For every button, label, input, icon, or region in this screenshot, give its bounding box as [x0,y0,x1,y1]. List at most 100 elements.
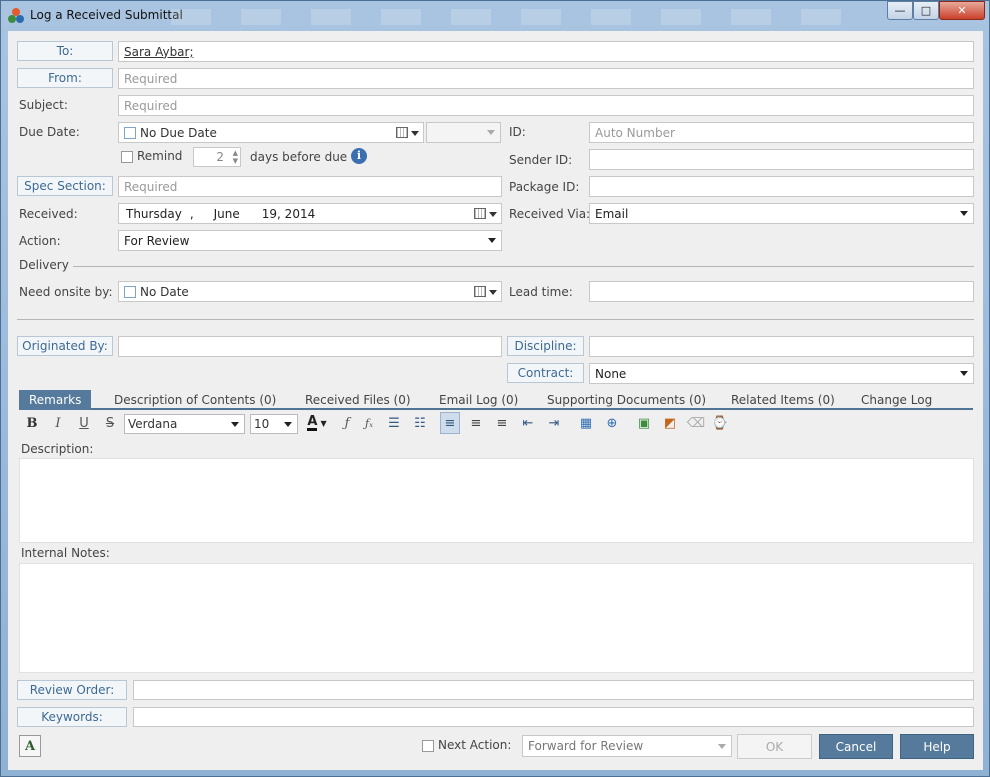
review-order-field[interactable] [133,680,974,700]
discipline-field[interactable] [589,336,974,357]
info-icon[interactable]: i [351,148,367,164]
window-title: Log a Received Submittal [30,8,183,22]
edit-image-icon[interactable]: ◩ [660,412,680,434]
align-right-icon[interactable]: ≡ [492,412,512,434]
originated-by-button[interactable]: Originated By: [17,336,113,356]
need-onsite-checkbox[interactable] [124,285,136,298]
outdent-icon[interactable]: ⇤ [518,412,538,434]
clear-format-icon[interactable]: ƒₓ [360,412,378,434]
contract-value: None [595,366,627,381]
tab-email-log[interactable]: Email Log (0) [439,390,518,410]
font-family-select[interactable]: Verdana [124,414,245,434]
remind-checkbox-row[interactable]: Remind [121,149,182,163]
next-action-checkbox[interactable] [422,739,434,752]
help-button[interactable]: Help [900,734,974,759]
app-logo-icon [8,8,24,24]
calendar-icon[interactable] [474,286,497,298]
close-button[interactable]: ✕ [939,1,985,20]
sender-id-field[interactable] [589,149,974,170]
spell-check-icon[interactable]: A [19,735,41,757]
originated-by-field[interactable] [118,336,502,357]
remind-label: Remind [137,149,183,163]
insert-image-icon[interactable]: ▣ [634,412,654,434]
next-action-dropdown[interactable]: Forward for Review [522,735,732,757]
package-id-field[interactable] [589,176,974,197]
title-bar-background [171,9,871,25]
sender-id-label: Sender ID: [509,153,573,167]
from-button[interactable]: From: [17,68,113,88]
tab-related-items[interactable]: Related Items (0) [731,390,835,410]
font-size-select[interactable]: 10 [250,414,298,434]
remind-checkbox[interactable] [121,150,133,163]
id-placeholder: Auto Number [595,125,675,140]
tab-received-files[interactable]: Received Files (0) [305,390,411,410]
id-label: ID: [509,125,526,139]
align-left-icon[interactable]: ≡ [440,412,460,434]
cancel-button[interactable]: Cancel [819,734,893,759]
subject-placeholder: Required [124,98,178,113]
tab-change-log[interactable]: Change Log [861,390,932,410]
discipline-button[interactable]: Discipline: [507,336,584,356]
spec-section-placeholder: Required [124,179,178,194]
strikethrough-button[interactable]: S [100,412,120,434]
from-field[interactable]: Required [118,68,974,89]
next-action-checkbox-row[interactable]: Next Action: [422,738,511,752]
calendar-icon[interactable] [396,127,419,139]
review-order-button[interactable]: Review Order: [17,680,127,700]
contract-dropdown[interactable]: None [589,363,974,384]
received-label: Received: [19,207,78,221]
tab-description-of-contents[interactable]: Description of Contents (0) [114,390,276,410]
spec-section-button[interactable]: Spec Section: [17,176,113,196]
minimize-button[interactable]: — [887,1,913,20]
to-recipient[interactable]: Sara Aybar; [124,45,194,59]
internal-notes-editor[interactable] [19,563,974,673]
spec-section-field[interactable]: Required [118,176,502,197]
to-button[interactable]: To: [17,41,113,61]
underline-button[interactable]: U [74,412,94,434]
next-action-label: Next Action: [438,738,512,752]
received-via-dropdown[interactable]: Email [589,203,974,224]
to-field[interactable]: Sara Aybar; [118,41,974,62]
stepper-arrows-icon[interactable]: ▲ ▼ [233,149,238,165]
description-label: Description: [21,442,94,456]
eraser-icon[interactable]: ⌫ [686,412,706,434]
action-dropdown[interactable]: For Review [118,230,502,251]
remind-days-stepper[interactable]: 2 ▲ ▼ [193,147,241,167]
timestamp-icon[interactable]: ⌚ [710,412,730,434]
ok-button[interactable]: OK [737,734,812,759]
align-center-icon[interactable]: ≡ [466,412,486,434]
table-icon[interactable]: ▦ [576,412,596,434]
chevron-down-icon [960,371,968,376]
calendar-icon[interactable] [474,208,497,220]
italic-button[interactable]: I [48,412,68,434]
title-bar[interactable]: Log a Received Submittal — □ ✕ [1,1,989,31]
numbered-list-icon[interactable]: ☷ [410,412,430,434]
maximize-button[interactable]: □ [913,1,939,20]
keywords-field[interactable] [133,707,974,727]
lead-time-field[interactable] [589,281,974,302]
tab-remarks[interactable]: Remarks [19,390,92,410]
contract-button[interactable]: Contract: [507,363,584,383]
subject-field[interactable]: Required [118,95,974,116]
font-color-button[interactable]: A ▼ [304,412,330,434]
due-date-picker[interactable]: No Due Date [118,122,424,143]
due-time-dropdown[interactable] [426,122,501,143]
font-size-value: 10 [254,417,270,431]
received-day-year: 19, 2014 [261,206,316,221]
bullet-list-icon[interactable]: ☰ [384,412,404,434]
bold-button[interactable]: B [22,412,42,434]
delivery-divider [73,266,974,267]
received-date-picker[interactable]: Thursday , June 19, 2014 [118,203,502,224]
need-onsite-picker[interactable]: No Date [118,281,502,302]
received-via-value: Email [595,206,629,221]
indent-icon[interactable]: ⇥ [544,412,564,434]
id-field[interactable]: Auto Number [589,122,974,143]
need-onsite-value: No Date [140,284,189,299]
due-date-checkbox[interactable] [124,126,136,139]
link-icon[interactable]: ⊕ [602,412,622,434]
tab-supporting-documents[interactable]: Supporting Documents (0) [547,390,706,410]
delivery-section-label: Delivery [19,258,69,272]
function-icon[interactable]: ƒ [338,412,356,434]
description-editor[interactable] [19,458,974,543]
keywords-button[interactable]: Keywords: [17,707,127,727]
